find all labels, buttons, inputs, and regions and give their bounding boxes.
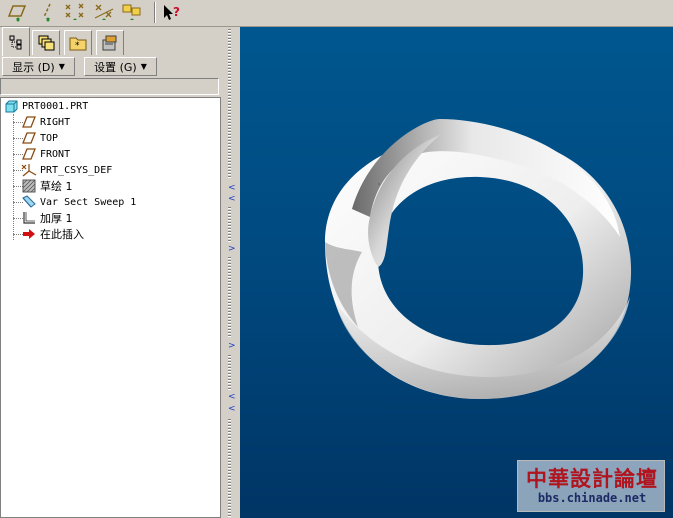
show-menu-label: 显示 (D)	[12, 60, 55, 74]
datum-csys-icon[interactable]	[120, 1, 144, 24]
tree-item[interactable]: 草绘 1	[21, 178, 73, 194]
favorites-tab[interactable]	[96, 30, 124, 55]
part-icon	[3, 99, 19, 113]
datum-plane-icon	[21, 147, 37, 161]
navigator-panel: * 显示 (D) ▼ 设置 (G) ▼ PRT0001.PRT RIGHT TO…	[0, 27, 223, 518]
tree-item-label: Var Sect Sweep 1	[40, 196, 137, 208]
collapse-arrow-icon[interactable]: <	[228, 393, 236, 402]
settings-menu-button[interactable]: 设置 (G) ▼	[84, 57, 157, 76]
tree-item[interactable]: 加厚 1	[21, 210, 73, 226]
watermark-url: bbs.chinade.net	[537, 491, 647, 505]
tree-filter-field[interactable]	[0, 78, 219, 95]
tree-item-label: PRT_CSYS_DEF	[40, 164, 113, 176]
settings-menu-label: 设置 (G)	[94, 60, 137, 74]
splitter-grip	[228, 419, 231, 517]
tree-item[interactable]: FRONT	[21, 146, 70, 162]
tree-root-label: PRT0001.PRT	[22, 100, 89, 112]
tree-item-label: RIGHT	[40, 116, 71, 128]
thicken-icon	[21, 211, 37, 225]
collapse-arrow-icon[interactable]: <	[228, 184, 236, 193]
main-toolbar: ?	[0, 0, 673, 27]
datum-plane-icon	[21, 131, 37, 145]
sketch-icon	[21, 179, 37, 193]
toolbar-separator	[154, 2, 156, 23]
insert-here-arrow-icon	[21, 227, 37, 241]
chevron-down-icon: ▼	[58, 62, 65, 71]
watermark-title: 中華設計論壇	[526, 466, 658, 491]
panel-splitter[interactable]: < < > > < <	[223, 27, 240, 518]
csys-icon	[21, 163, 37, 177]
graphics-viewport[interactable]	[240, 27, 673, 518]
layer-icon	[38, 35, 55, 51]
collapse-arrow-icon[interactable]: <	[228, 405, 236, 414]
tools-icon	[102, 35, 117, 51]
tree-root-item[interactable]: PRT0001.PRT	[3, 98, 88, 114]
navigator-tabs: *	[0, 27, 223, 56]
expand-arrow-icon[interactable]: >	[228, 342, 236, 351]
show-menu-button[interactable]: 显示 (D) ▼	[2, 57, 75, 76]
svg-text:*: *	[75, 41, 80, 51]
tree-item-label: 在此插入	[40, 228, 84, 241]
datum-axis-icon[interactable]	[36, 1, 60, 24]
chevron-down-icon: ▼	[140, 62, 147, 71]
tree-item-label: TOP	[40, 132, 59, 144]
datum-point-icon[interactable]	[63, 1, 87, 24]
splitter-grip	[228, 207, 231, 242]
sweep-icon	[21, 195, 37, 209]
model-tree-icon	[9, 35, 22, 50]
layer-tree-tab[interactable]	[32, 30, 60, 55]
tree-item[interactable]: Var Sect Sweep 1	[21, 194, 136, 210]
splitter-grip	[228, 257, 231, 337]
tree-item-label: FRONT	[40, 148, 71, 160]
tree-item-label: 加厚 1	[40, 212, 73, 225]
splitter-grip	[228, 355, 231, 390]
whats-this-help-icon[interactable]: ?	[160, 1, 184, 24]
svg-text:?: ?	[173, 5, 180, 19]
datum-plane-icon	[21, 115, 37, 129]
mobius-strip-model	[325, 119, 632, 399]
tree-item-label: 草绘 1	[40, 180, 73, 193]
folder-icon: *	[69, 37, 87, 51]
model-tree-tab[interactable]	[2, 27, 30, 56]
folder-browser-tab[interactable]: *	[64, 30, 92, 55]
datum-point-offset-icon[interactable]	[92, 1, 116, 24]
tree-item[interactable]: PRT_CSYS_DEF	[21, 162, 112, 178]
splitter-grip	[228, 29, 231, 179]
tree-item[interactable]: TOP	[21, 130, 58, 146]
model-tree: PRT0001.PRT RIGHT TOP FRONT PRT_CSYS_DEF…	[0, 97, 221, 518]
collapse-arrow-icon[interactable]: <	[228, 195, 236, 204]
expand-arrow-icon[interactable]: >	[228, 245, 236, 254]
insert-here-item[interactable]: 在此插入	[21, 226, 84, 242]
tree-connector	[13, 114, 14, 240]
navigator-menus: 显示 (D) ▼ 设置 (G) ▼	[0, 57, 223, 77]
datum-plane-icon[interactable]	[6, 1, 30, 24]
tree-item[interactable]: RIGHT	[21, 114, 70, 130]
watermark-logo: 中華設計論壇 bbs.chinade.net	[517, 460, 665, 512]
